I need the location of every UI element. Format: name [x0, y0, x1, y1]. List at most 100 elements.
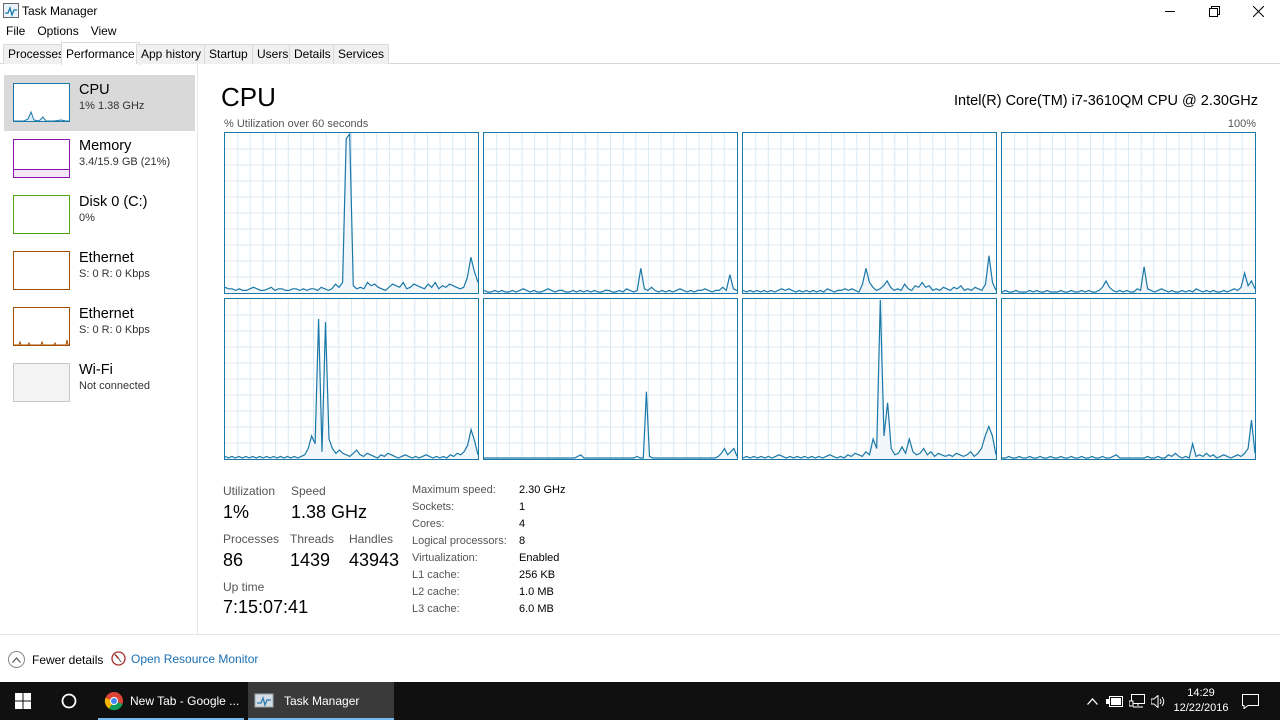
sidebar-item-label: Ethernet: [79, 306, 134, 322]
core-graph-canvas: [225, 299, 478, 459]
core-graph-7: [742, 298, 997, 460]
menu-file[interactable]: File: [0, 22, 31, 40]
ethernet-thumbnail: [13, 307, 70, 346]
close-button[interactable]: [1236, 0, 1280, 22]
battery-button[interactable]: [1103, 682, 1125, 720]
performance-sidebar: CPU 1% 1.38 GHz Memory 3.4/15.9 GB (21%)…: [0, 64, 198, 634]
disk-thumbnail: [13, 195, 70, 234]
sidebar-item-memory[interactable]: Memory 3.4/15.9 GB (21%): [4, 131, 195, 187]
spec-label: Cores:: [412, 518, 445, 530]
tab-app-history[interactable]: App history: [136, 44, 207, 64]
tab-processes[interactable]: Processes: [3, 44, 70, 64]
sidebar-item-value: S: 0 R: 0 Kbps: [79, 324, 150, 336]
task-manager-window: Task Manager File Options View Processes…: [0, 0, 1280, 682]
sidebar-item-wifi[interactable]: Wi-Fi Not connected: [4, 355, 195, 411]
system-clock[interactable]: 14:29 12/22/2016: [1170, 686, 1232, 716]
restore-button[interactable]: [1192, 0, 1236, 22]
graph-grid: [484, 133, 737, 293]
tab-startup[interactable]: Startup: [204, 44, 253, 64]
wifi-thumbnail: [13, 363, 70, 402]
core-graph-6: [483, 298, 738, 460]
tab-strip: Processes Performance App history Startu…: [0, 42, 1280, 65]
core-graph-canvas: [225, 133, 478, 293]
tab-details[interactable]: Details: [289, 44, 336, 64]
fewer-details-button[interactable]: Fewer details: [8, 651, 103, 668]
spec-value: 256 KB: [519, 569, 556, 581]
handles-value: 43943: [349, 550, 400, 570]
clock-date: 12/22/2016: [1173, 702, 1229, 714]
menu-view[interactable]: View: [85, 22, 123, 40]
core-graph-1: [224, 132, 479, 294]
resource-monitor-label: Open Resource Monitor: [131, 651, 259, 666]
spec-value: 1.0 MB: [519, 586, 554, 598]
spec-label: Maximum speed:: [412, 484, 496, 496]
graph-grid: [1002, 299, 1255, 459]
graph-grid: [225, 299, 478, 459]
uptime-label: Up time: [223, 580, 265, 594]
restore-icon: [1208, 5, 1220, 17]
network-icon: [1128, 694, 1145, 708]
cpu-model-name: Intel(R) Core(TM) i7-3610QM CPU @ 2.30GH…: [954, 93, 1258, 109]
sidebar-item-ethernet-2[interactable]: Ethernet S: 0 R: 0 Kbps: [4, 299, 195, 355]
resource-monitor-icon: [111, 651, 126, 666]
processes-value: 86: [223, 550, 244, 570]
spec-value: 6.0 MB: [519, 603, 554, 615]
sidebar-item-label: Wi-Fi: [79, 362, 113, 378]
spec-label: L3 cache:: [412, 603, 460, 615]
sidebar-item-value: S: 0 R: 0 Kbps: [79, 268, 150, 280]
volume-icon: [1150, 694, 1164, 708]
spec-value: Enabled: [519, 552, 560, 564]
spec-label: Sockets:: [412, 501, 455, 513]
core-graph-canvas: [1002, 133, 1255, 293]
processes-label: Processes: [223, 532, 280, 546]
graph-grid: [484, 299, 737, 459]
core-graph-canvas: [1002, 299, 1255, 459]
logical-processor-graphs: [224, 132, 1256, 460]
taskbar-app-label: New Tab - Google ...: [130, 694, 240, 708]
start-button[interactable]: [0, 682, 46, 720]
core-graph-canvas: [743, 133, 996, 293]
cortana-icon: [61, 693, 77, 709]
core-graph-canvas: [743, 299, 996, 459]
sidebar-item-ethernet-1[interactable]: Ethernet S: 0 R: 0 Kbps: [4, 243, 195, 299]
open-resource-monitor-link[interactable]: Open Resource Monitor: [111, 651, 258, 666]
network-button[interactable]: [1126, 682, 1148, 720]
sidebar-item-label: Ethernet: [79, 250, 134, 266]
graph-grid: [743, 299, 996, 459]
taskbar-app-task-manager[interactable]: Task Manager: [248, 682, 394, 720]
speed-label: Speed: [291, 484, 326, 498]
taskbar-app-chrome[interactable]: New Tab - Google ...: [98, 682, 244, 720]
spec-label: L1 cache:: [412, 569, 460, 581]
close-icon: [1252, 5, 1264, 17]
core-graph-8: [1001, 298, 1256, 460]
page-title: CPU: [221, 82, 276, 112]
tab-services[interactable]: Services: [333, 44, 390, 64]
menu-options[interactable]: Options: [31, 22, 84, 40]
graph-caption: % Utilization over 60 seconds: [224, 118, 369, 130]
graph-grid: [743, 133, 996, 293]
spec-label: L2 cache:: [412, 586, 460, 598]
minimize-button[interactable]: [1148, 0, 1192, 22]
tab-performance[interactable]: Performance: [61, 42, 140, 65]
sidebar-item-label: Disk 0 (C:): [79, 194, 148, 210]
action-center-button[interactable]: [1236, 682, 1264, 720]
core-graph-2: [483, 132, 738, 294]
core-graph-canvas: [484, 299, 737, 459]
cortana-button[interactable]: [46, 682, 92, 720]
cpu-thumbnail: [13, 83, 70, 122]
taskbar: New Tab - Google ... Task Manager 14:29: [0, 682, 1280, 720]
title-bar[interactable]: Task Manager: [0, 0, 1280, 22]
volume-button[interactable]: [1148, 682, 1168, 720]
tab-users[interactable]: Users: [252, 44, 294, 64]
speed-value: 1.38 GHz: [291, 502, 368, 522]
sidebar-item-label: CPU: [79, 82, 110, 98]
sidebar-item-label: Memory: [79, 138, 132, 154]
sidebar-item-cpu[interactable]: CPU 1% 1.38 GHz: [4, 75, 195, 131]
chevron-up-icon: [8, 651, 25, 668]
sidebar-item-value: 3.4/15.9 GB (21%): [79, 156, 171, 168]
sidebar-item-disk[interactable]: Disk 0 (C:) 0%: [4, 187, 195, 243]
graph-grid: [1002, 133, 1255, 293]
utilization-value: 1%: [223, 502, 250, 522]
show-hidden-icons-button[interactable]: [1082, 682, 1102, 720]
task-manager-icon: [254, 693, 274, 708]
